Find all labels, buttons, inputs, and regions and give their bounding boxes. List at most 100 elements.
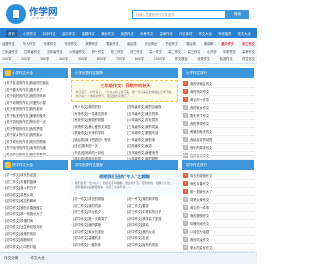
nav-item[interactable]: 作文大全	[199, 31, 212, 36]
nav-item[interactable]: 满分作文	[101, 31, 114, 36]
section1-right-header[interactable]: 小学作文排行	[182, 68, 254, 78]
nav-item[interactable]: 写作指导	[218, 31, 231, 36]
subnav-link[interactable]: 高一作文	[149, 49, 162, 54]
subnav-link[interactable]: 写事作文	[44, 41, 57, 46]
subnav-link[interactable]: 小升初	[207, 49, 217, 54]
rank-link[interactable]: 珍惜时间作文	[190, 220, 209, 228]
subnav-link[interactable]: 写景作文	[64, 41, 77, 46]
sub-nav: 话题作文 写人作文 写事作文 写景作文 状物作文 想象作文 读后感 日记周记 书信作文 观后感 演讲…	[0, 39, 257, 64]
subnav-link[interactable]: 精选作文	[220, 56, 233, 61]
subnav-link[interactable]: 写人作文	[23, 41, 36, 46]
rank-link[interactable]: 我的理想作文	[190, 212, 209, 220]
subnav-link[interactable]: 读后感	[127, 41, 137, 46]
rank-link[interactable]: 春天来了作文	[190, 112, 209, 120]
subnav-link[interactable]: 150字	[2, 56, 11, 61]
rank-item[interactable]: 10我的老师作文	[183, 152, 254, 160]
subnav-link[interactable]: 作文题目	[175, 56, 188, 61]
rank-link[interactable]: 快乐的周末作文	[190, 144, 212, 152]
rank-link[interactable]: 感恩父母作文	[190, 196, 209, 204]
divider	[3, 155, 254, 156]
subnav-link[interactable]: 四年级作文	[24, 49, 40, 54]
rank-link[interactable]: 家乡的变化作文	[190, 244, 212, 252]
rank-link[interactable]: 我的同桌作文	[190, 236, 209, 244]
rank-number: 5	[183, 113, 188, 118]
subnav-link[interactable]: 800字	[135, 56, 144, 61]
search-input[interactable]: 请输入您要找的作文关键词	[132, 10, 226, 19]
nav-item[interactable]: 初中作文	[43, 31, 56, 36]
rank-number: 3	[183, 97, 188, 102]
nav-item[interactable]: 首页	[6, 29, 17, 37]
subnav-link[interactable]: 演讲稿	[204, 41, 214, 46]
subnav-link[interactable]: 700字	[116, 56, 125, 61]
subnav-link[interactable]: 300字	[40, 56, 49, 61]
rank-link[interactable]: 那一刻我长大了	[190, 188, 212, 196]
subnav-link[interactable]: 初三作文	[242, 41, 255, 46]
footer-link[interactable]: 作文大全	[30, 256, 44, 261]
feature-title[interactable]: 晒晒我们班的"牛人"之糊糊	[71, 174, 178, 180]
subnav-link[interactable]: 400字	[59, 56, 68, 61]
subnav-link[interactable]: 想象作文	[106, 41, 119, 46]
subnav-link[interactable]: 200字	[21, 56, 30, 61]
subnav-link[interactable]: 500字	[78, 56, 87, 61]
section2-mid-header[interactable]: 初中优秀作文推荐	[71, 160, 178, 170]
footer-link[interactable]: 作文分类	[4, 256, 18, 261]
rank-link[interactable]: 我最喜欢的动物	[190, 136, 212, 144]
subnav-link[interactable]: 1000字	[154, 56, 165, 61]
rank-number: 2	[183, 181, 188, 186]
section2-left-header[interactable]: 初中作文大全	[3, 160, 68, 170]
logo-icon[interactable]	[6, 4, 26, 24]
subnav-link[interactable]: 五年级作文	[47, 49, 63, 54]
list-item[interactable]: [初中作文]一路有你	[71, 242, 124, 249]
section1-mid-header[interactable]: 小学优秀作文推荐	[71, 68, 178, 78]
nav-item[interactable]: 高中作文	[62, 31, 75, 36]
subnav-link[interactable]: 观后感	[186, 41, 196, 46]
section2-right-header[interactable]: 初中作文排行	[182, 160, 254, 170]
rank-link[interactable]: 我的妈妈作文	[190, 88, 209, 96]
subnav-link[interactable]: 高二作文	[169, 49, 182, 54]
search-button[interactable]: 搜索	[226, 10, 249, 19]
section1-left-header[interactable]: 小学作文大全	[3, 68, 68, 78]
subnav-link[interactable]: 状物作文	[85, 41, 98, 46]
nav-item[interactable]: 话题作文	[82, 31, 95, 36]
subnav-link[interactable]: 话题作文	[2, 41, 15, 46]
rank-link[interactable]: 难忘的一件事	[190, 204, 209, 212]
subnav-link[interactable]: 高中作文	[221, 41, 234, 46]
subnav-link[interactable]: 六年级作文	[69, 49, 85, 54]
rank-link[interactable]: 我的青春作文	[190, 180, 209, 188]
rank-link[interactable]: 我的家乡作文	[190, 104, 209, 112]
subnav-link[interactable]: 初一作文	[92, 49, 105, 54]
list-item[interactable]: [初中作文]窗外的风景	[125, 242, 178, 249]
rank-link[interactable]: 美丽的秋天作文	[190, 128, 212, 136]
nav-item[interactable]: 作文素材	[179, 31, 192, 36]
feature-title[interactable]: 三年级作文：我眼中的秋天	[72, 83, 179, 89]
rank-item[interactable]: 10 家乡的变化作文	[183, 244, 254, 252]
subnav-link[interactable]: 初二作文	[111, 49, 124, 54]
subnav-link[interactable]: 高三作文	[188, 49, 201, 54]
rank-link[interactable]: 我的梦想作文	[190, 120, 209, 128]
subnav-link[interactable]: 三年级作文	[2, 49, 18, 54]
subnav-link[interactable]: 中考作文	[223, 49, 236, 54]
subnav-link[interactable]: 书信作文	[165, 41, 178, 46]
subnav-row: 150字 200字 300字 400字 500字 600字 700字 800字 1000字 作文题…	[2, 56, 255, 61]
subnav-row: 话题作文 写人作文 写事作文 写景作文 状物作文 想象作文 读后感 日记周记 书信作文 观后感 演讲…	[2, 41, 255, 46]
nav-item[interactable]: 高考作文	[160, 31, 173, 36]
nav-item[interactable]: 小学作文	[23, 31, 36, 36]
list-item[interactable]: [初中作文]心中的灯塔	[3, 244, 68, 251]
subnav-link[interactable]: 作文范文	[242, 56, 255, 61]
subnav-link[interactable]: 优秀作文	[197, 56, 210, 61]
rank-link[interactable]: 成长的烦恼作文	[190, 172, 212, 180]
subnav-link[interactable]: 日记周记	[145, 41, 158, 46]
rank-link[interactable]: 难忘的一件事	[190, 96, 209, 104]
rank-number: 8	[183, 137, 188, 142]
nav-item[interactable]: 范文大全	[238, 31, 251, 36]
subnav-link[interactable]: 600字	[97, 56, 106, 61]
nav-item[interactable]: 中考作文	[140, 31, 153, 36]
subnav-link[interactable]: 初三作文	[130, 49, 143, 54]
rank-link[interactable]: 我的好朋友作文	[190, 80, 212, 88]
rank-link[interactable]: 以诚信为话题	[190, 228, 209, 236]
nav-item[interactable]: 英语作文	[121, 31, 134, 36]
section1-feature[interactable]: 三年级作文：我眼中的秋天 秋天来了，树叶黄了，一片片从树上落下来，像一只只美丽的…	[71, 80, 178, 102]
subnav-link[interactable]: 高考作文	[242, 49, 255, 54]
section2-feature[interactable]: 晒晒我们班的"牛人"之糊糊 我们班有一位"牛人"，他的名字叫糊糊。他身材不高，圆…	[71, 172, 178, 194]
subnav-row: 三年级作文 四年级作文 五年级作文 六年级作文 初一作文 初二作文 初三作文 高一作文 高二作文…	[2, 49, 255, 54]
